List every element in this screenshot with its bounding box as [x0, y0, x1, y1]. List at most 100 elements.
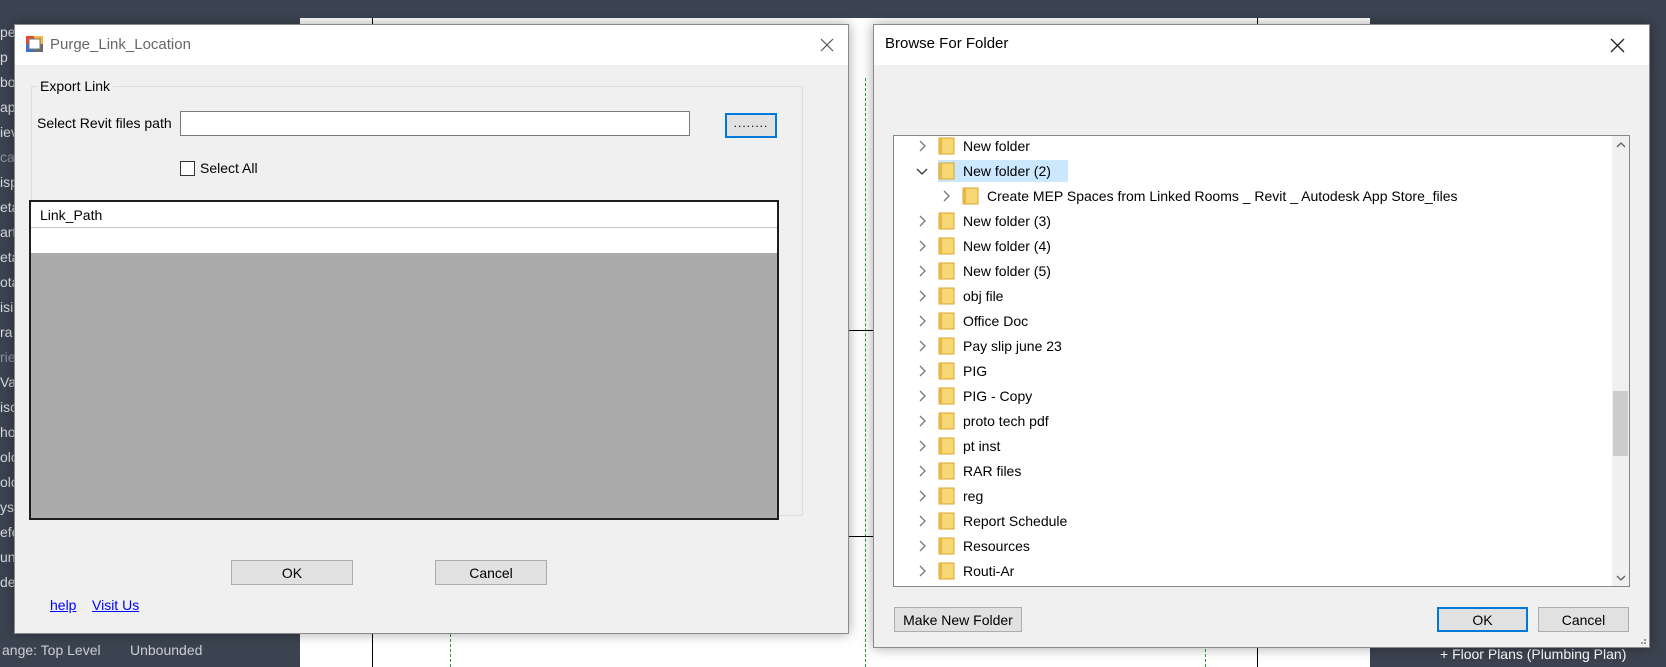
cancel-button[interactable]: Cancel: [1538, 607, 1629, 632]
folder-icon: [938, 437, 955, 455]
properties-row: isi: [0, 299, 14, 315]
chevron-right-icon[interactable]: [916, 315, 928, 327]
checkbox-box[interactable]: [180, 160, 195, 176]
scroll-thumb[interactable]: [1613, 391, 1628, 456]
tree-item[interactable]: obj file: [916, 284, 1003, 308]
tree-item-label: Pay slip june 23: [963, 338, 1062, 354]
tree-item[interactable]: New folder (4): [916, 234, 1051, 258]
tree-item-label: obj file: [963, 288, 1004, 304]
tree-item[interactable]: New folder (2): [916, 159, 1068, 183]
title-bar[interactable]: Browse For Folder: [874, 25, 1649, 65]
chevron-right-icon[interactable]: [940, 190, 952, 202]
tree-item[interactable]: reg: [916, 484, 983, 508]
tree-item-label: New folder: [963, 138, 1030, 154]
browse-button[interactable]: ........: [725, 113, 777, 138]
tree-item[interactable]: New folder (3): [916, 209, 1051, 233]
tree-item-label: Resources: [963, 538, 1030, 554]
tree-item[interactable]: Report Schedule: [916, 509, 1067, 533]
link-path-grid[interactable]: Link_Path: [29, 200, 779, 520]
folder-icon: [938, 412, 955, 430]
chevron-right-icon[interactable]: [916, 240, 928, 252]
help-link[interactable]: help: [50, 597, 76, 613]
select-all-checkbox[interactable]: Select All: [180, 160, 258, 176]
close-button[interactable]: [804, 27, 850, 63]
folder-tree[interactable]: New folder New folder (2) Create MEP Space…: [893, 135, 1630, 587]
grid-new-row[interactable]: [31, 228, 777, 253]
folder-icon: [938, 512, 955, 530]
folder-icon: [938, 537, 955, 555]
close-icon: [1610, 38, 1624, 52]
tree-item-label: New folder (5): [963, 263, 1051, 279]
chevron-right-icon[interactable]: [916, 465, 928, 477]
tree-item-label: PIG: [963, 363, 988, 379]
cancel-button[interactable]: Cancel: [435, 560, 547, 585]
scroll-up-button[interactable]: [1612, 136, 1629, 153]
chevron-right-icon[interactable]: [916, 540, 928, 552]
tree-item[interactable]: Routi-Ar: [916, 559, 1014, 583]
revit-path-input[interactable]: [180, 111, 690, 136]
chevron-right-icon[interactable]: [916, 440, 928, 452]
close-button[interactable]: [1594, 27, 1640, 63]
chevron-down-icon: [1616, 575, 1625, 581]
chevron-right-icon[interactable]: [916, 565, 928, 577]
ok-button[interactable]: OK: [231, 560, 353, 585]
chevron-right-icon[interactable]: [916, 290, 928, 302]
tree-item-label: New folder (4): [963, 238, 1051, 254]
close-icon: [820, 38, 834, 52]
folder-icon: [938, 362, 955, 380]
chevron-right-icon[interactable]: [916, 415, 928, 427]
project-browser-floor-plans[interactable]: + Floor Plans (Plumbing Plan): [1440, 646, 1626, 662]
tree-item[interactable]: RAR files: [916, 459, 1021, 483]
chevron-right-icon[interactable]: [916, 390, 928, 402]
app-icon: [26, 36, 43, 52]
chevron-down-icon[interactable]: [916, 165, 928, 177]
folder-icon: [938, 387, 955, 405]
vertical-scrollbar[interactable]: [1612, 136, 1629, 586]
folder-icon: [938, 462, 955, 480]
chevron-right-icon[interactable]: [916, 215, 928, 227]
tree-item-label: New folder (2): [963, 163, 1051, 179]
folder-icon: [938, 237, 955, 255]
app-top-bar: [0, 0, 1666, 18]
purge-link-location-dialog: Purge_Link_Location Export Link Select R…: [14, 24, 849, 634]
chevron-right-icon[interactable]: [916, 265, 928, 277]
folder-icon: [938, 137, 955, 155]
properties-row-value: Unbounded: [130, 642, 203, 658]
select-all-label: Select All: [200, 160, 258, 176]
browse-for-folder-dialog: Browse For Folder New folder New folder (…: [873, 24, 1650, 648]
chevron-right-icon[interactable]: [916, 365, 928, 377]
tree-item[interactable]: PIG - Copy: [916, 384, 1032, 408]
tree-item[interactable]: Office Doc: [916, 309, 1028, 333]
tree-item[interactable]: PIG: [916, 359, 987, 383]
tree-item-label: PIG - Copy: [963, 388, 1033, 404]
resize-grip-icon[interactable]: [1637, 635, 1647, 645]
visit-us-link[interactable]: Visit Us: [92, 597, 139, 613]
dialog-title: Browse For Folder: [885, 35, 1009, 52]
tree-item[interactable]: proto tech pdf: [916, 409, 1049, 433]
folder-icon: [938, 562, 955, 580]
chevron-right-icon[interactable]: [916, 515, 928, 527]
properties-row-label: ange: Top Level: [2, 642, 101, 658]
tree-item[interactable]: Pay slip june 23: [916, 334, 1062, 358]
folder-icon: [938, 212, 955, 230]
tree-item[interactable]: pt inst: [916, 434, 1000, 458]
title-bar[interactable]: Purge_Link_Location: [15, 25, 848, 65]
scroll-down-button[interactable]: [1612, 569, 1629, 586]
chevron-right-icon[interactable]: [916, 340, 928, 352]
tree-item[interactable]: New folder (5): [916, 259, 1051, 283]
tree-item-label: Report Schedule: [963, 513, 1068, 529]
tree-item-label: Routi-Ar: [963, 563, 1015, 579]
chevron-right-icon[interactable]: [916, 140, 928, 152]
tree-item-label: pt inst: [963, 438, 1001, 454]
ok-button[interactable]: OK: [1437, 607, 1528, 632]
make-new-folder-button[interactable]: Make New Folder: [894, 607, 1022, 632]
tree-item[interactable]: Resources: [916, 534, 1030, 558]
properties-row: ra: [0, 324, 13, 340]
chevron-right-icon[interactable]: [916, 490, 928, 502]
folder-icon: [938, 262, 955, 280]
tree-item[interactable]: New folder: [916, 136, 1030, 158]
path-label: Select Revit files path: [37, 115, 172, 131]
grid-column-header[interactable]: Link_Path: [31, 202, 777, 228]
tree-item-label: reg: [963, 488, 984, 504]
tree-item[interactable]: Create MEP Spaces from Linked Rooms _ Re…: [940, 184, 1458, 208]
